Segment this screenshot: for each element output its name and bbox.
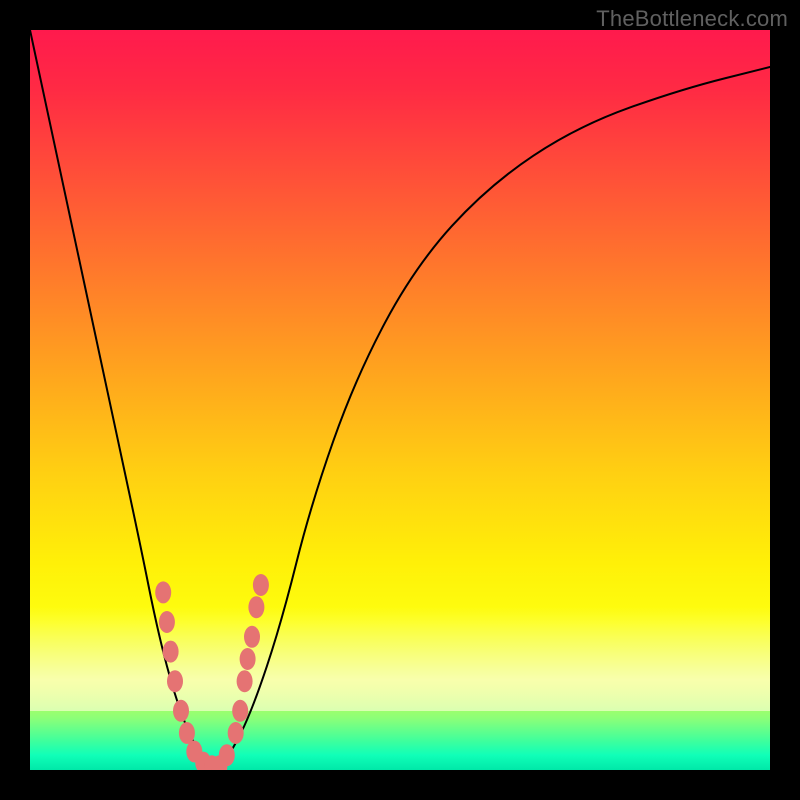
chart-frame: TheBottleneck.com (0, 0, 800, 800)
data-point-marker (167, 670, 183, 692)
data-point-marker (228, 722, 244, 744)
data-point-marker (173, 700, 189, 722)
data-point-marker (179, 722, 195, 744)
bottleneck-curve (30, 30, 770, 766)
data-point-marker (240, 648, 256, 670)
data-point-marker (219, 744, 235, 766)
watermark-text: TheBottleneck.com (596, 6, 788, 32)
plot-area (30, 30, 770, 770)
data-point-marker (159, 611, 175, 633)
data-point-marker (237, 670, 253, 692)
marker-group (155, 574, 269, 770)
data-point-marker (253, 574, 269, 596)
chart-svg (30, 30, 770, 770)
data-point-marker (244, 626, 260, 648)
data-point-marker (163, 641, 179, 663)
data-point-marker (155, 581, 171, 603)
data-point-marker (248, 596, 264, 618)
data-point-marker (232, 700, 248, 722)
